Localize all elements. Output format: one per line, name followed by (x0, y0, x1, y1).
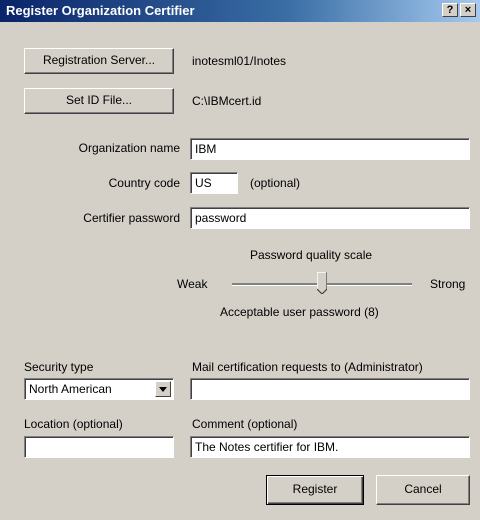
certifier-password-label: Certifier password (83, 211, 180, 225)
chevron-down-icon (159, 387, 167, 392)
quality-strong-label: Strong (430, 277, 466, 291)
security-type-dropdown-button[interactable] (155, 381, 171, 397)
country-code-hint: (optional) (250, 176, 301, 190)
register-button[interactable]: Register (266, 475, 364, 505)
quality-weak-label: Weak (177, 277, 208, 291)
mail-requests-label: Mail certification requests to (Administ… (192, 360, 423, 374)
comment-label: Comment (optional) (192, 417, 298, 431)
registration-server-button[interactable]: Registration Server... (24, 48, 174, 74)
organization-name-input[interactable] (190, 138, 470, 160)
security-type-label: Security type (24, 360, 94, 374)
country-code-label: Country code (108, 176, 180, 190)
window-title: Register Organization Certifier (6, 3, 195, 18)
security-type-value: North American (29, 382, 112, 396)
password-quality-status: Acceptable user password (8) (220, 305, 379, 319)
help-button[interactable]: ? (442, 3, 458, 17)
password-quality-heading: Password quality scale (250, 248, 373, 262)
location-label: Location (optional) (24, 417, 123, 431)
register-certifier-dialog: Register Organization Certifier ? × Regi… (0, 0, 480, 520)
mail-requests-input[interactable] (190, 378, 470, 400)
cancel-button[interactable]: Cancel (376, 475, 470, 505)
country-code-input[interactable] (190, 172, 238, 194)
location-input[interactable] (24, 436, 174, 458)
password-quality-slider-thumb[interactable] (317, 272, 327, 294)
id-file-path: C:\IBMcert.id (192, 94, 262, 108)
security-type-select[interactable]: North American (24, 378, 174, 400)
comment-input[interactable] (190, 436, 470, 458)
title-bar[interactable]: Register Organization Certifier ? × (0, 0, 480, 22)
registration-server-value: inotesml01/Inotes (192, 54, 287, 68)
close-icon: × (464, 4, 472, 16)
set-id-file-button[interactable]: Set ID File... (24, 88, 174, 114)
organization-name-label: Organization name (78, 141, 180, 155)
close-button[interactable]: × (460, 3, 476, 17)
help-icon: ? (446, 4, 454, 16)
certifier-password-input[interactable] (190, 207, 470, 229)
